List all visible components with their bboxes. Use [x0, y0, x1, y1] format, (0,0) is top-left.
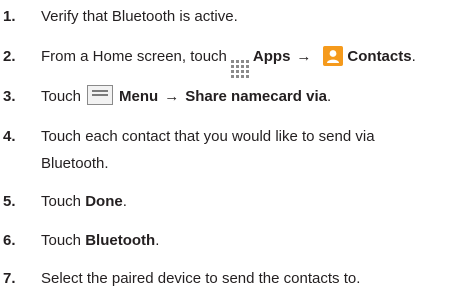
step-text: From a Home screen, touch Apps → Contacts…: [23, 43, 461, 78]
step-4: 4. Touch each contact that you would lik…: [0, 123, 476, 177]
step-number: 4.: [3, 128, 16, 145]
apps-label: Apps: [252, 48, 291, 65]
step-number: 1.: [3, 8, 16, 25]
step-4-line-1: Touch each contact that you would like t…: [41, 128, 375, 145]
step-5: 5. Touch Done.: [0, 188, 476, 215]
step-6-post: .: [155, 232, 160, 249]
step-6-pre: Touch: [41, 232, 82, 249]
step-5-pre: Touch: [41, 193, 82, 210]
step-number: 7.: [3, 270, 16, 287]
contacts-label: Contacts: [347, 48, 412, 65]
step-text: Touch Menu → Share namecard via.: [23, 83, 461, 110]
step-4-line-2: Bluetooth.: [41, 155, 109, 172]
step-text: Verify that Bluetooth is active.: [23, 3, 461, 30]
step-3: 3. Touch Menu → Share namecard via.: [0, 83, 476, 110]
apps-grid-icon: [230, 60, 249, 78]
step-text: Touch Done.: [23, 188, 461, 215]
step-text: Select the paired device to send the con…: [23, 265, 461, 292]
step-6: 6. Touch Bluetooth.: [0, 227, 476, 254]
step-2-pre: From a Home screen, touch: [41, 48, 227, 65]
arrow-right-icon: →: [296, 48, 312, 65]
contacts-icon: [323, 46, 344, 66]
step-text: Touch each contact that you would like t…: [23, 123, 461, 177]
step-7: 7. Select the paired device to send the …: [0, 265, 476, 292]
arrow-right-icon: →: [164, 88, 180, 105]
step-number: 5.: [3, 193, 16, 210]
step-1: 1. Verify that Bluetooth is active.: [0, 3, 476, 30]
step-2-post: .: [411, 48, 416, 65]
instruction-steps: 1. Verify that Bluetooth is active. 2. F…: [0, 0, 476, 294]
step-3-pre: Touch: [41, 88, 82, 105]
step-7-text: Select the paired device to send the con…: [41, 270, 361, 287]
step-3-post: .: [326, 88, 332, 105]
share-namecard-label: Share namecard via: [185, 88, 327, 105]
step-2: 2. From a Home screen, touch Apps → Conta…: [0, 43, 476, 78]
step-1-text: Verify that Bluetooth is active.: [41, 8, 238, 25]
step-number: 6.: [3, 232, 16, 249]
menu-icon: [87, 85, 114, 105]
step-5-post: .: [122, 193, 127, 210]
step-number: 3.: [3, 88, 16, 105]
done-label: Done: [85, 193, 123, 210]
step-number: 2.: [3, 48, 16, 65]
menu-label: Menu: [119, 88, 159, 105]
bluetooth-label: Bluetooth: [85, 232, 156, 249]
step-text: Touch Bluetooth.: [23, 227, 461, 254]
